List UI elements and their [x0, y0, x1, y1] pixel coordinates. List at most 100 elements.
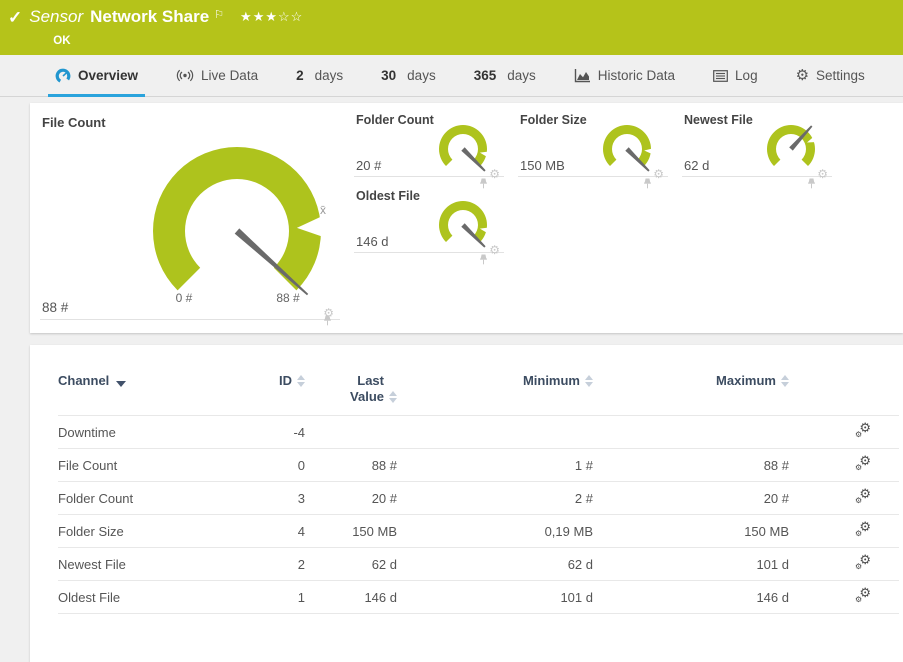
column-header-last-value[interactable]: Last Value [305, 367, 397, 416]
priority-stars[interactable]: ★★★☆☆ [240, 7, 303, 27]
gear-icon: ⚙ [855, 530, 862, 538]
pin-icon[interactable] [323, 315, 332, 326]
channel-minimum: 2 # [397, 482, 593, 515]
gauge-average-marker-label: x̄ [320, 203, 326, 217]
tab-365-days[interactable]: 365 days [474, 55, 536, 96]
tab-overview[interactable]: Overview [55, 55, 138, 96]
channel-name: Folder Size [58, 515, 243, 548]
oldest-file-gauge [434, 199, 492, 253]
small-gauge-tiles: Folder Count 20 # ⚙ Folder Size 150 MB [354, 113, 894, 321]
channel-minimum: 101 d [397, 581, 593, 614]
status-ok-check-icon: ✓ [8, 8, 22, 28]
tab-30-days[interactable]: 30 days [381, 55, 436, 96]
gauge-tile-folder-count: Folder Count 20 # ⚙ [354, 113, 504, 177]
tab-label: Historic Data [598, 68, 675, 83]
channels-panel: Channel ID Last Value Minimum Maximum [30, 345, 903, 662]
channel-minimum: 0,19 MB [397, 515, 593, 548]
gauge-settings-gear-icon[interactable]: ⚙ [817, 168, 828, 180]
channel-settings-icon[interactable]: ⚙⚙ [855, 588, 871, 603]
tab-label: days [407, 68, 436, 83]
gauge-settings-gear-icon[interactable]: ⚙ [489, 244, 500, 256]
prtg-sensor-page: ✓ Sensor Network Share ⚐ ★★★☆☆ OK Overvi… [0, 0, 903, 662]
table-row: Downtime -4 ⚙⚙ [58, 416, 899, 449]
channel-name: File Count [58, 449, 243, 482]
tab-prefix: 2 [296, 68, 304, 83]
channel-name: Oldest File [58, 581, 243, 614]
gauge-current-value: 20 # [356, 158, 381, 173]
sensor-type-label: Sensor [29, 7, 83, 27]
tab-historic-data[interactable]: Historic Data [574, 55, 675, 96]
pin-icon[interactable] [807, 178, 816, 189]
priority-flag-icon[interactable]: ⚐ [214, 5, 224, 25]
channel-minimum: 1 # [397, 449, 593, 482]
gauge-current-value: 150 MB [520, 158, 565, 173]
gear-icon: ⚙ [855, 431, 862, 439]
tab-2-days[interactable]: 2 days [296, 55, 343, 96]
tab-label: Live Data [201, 68, 258, 83]
gauge-tile-file-count: File Count 0 # 88 # x̄ 88 # ⚙ [40, 113, 340, 320]
gauge-settings-gear-icon[interactable]: ⚙ [653, 168, 664, 180]
sensor-header: ✓ Sensor Network Share ⚐ ★★★☆☆ OK [0, 0, 903, 55]
sensor-title-block: Sensor Network Share ⚐ ★★★☆☆ OK [29, 7, 303, 51]
log-icon [713, 70, 728, 82]
gauge-tile-oldest-file: Oldest File 146 d ⚙ [354, 189, 504, 253]
gauge-scale-min: 0 # [162, 291, 206, 305]
column-label: Channel [58, 373, 109, 389]
historic-chart-icon [574, 69, 591, 83]
tab-log[interactable]: Log [713, 55, 758, 96]
table-row: Newest File 2 62 d 62 d 101 d ⚙⚙ [58, 548, 899, 581]
channel-name: Downtime [58, 416, 243, 449]
column-header-maximum[interactable]: Maximum [593, 367, 789, 416]
tab-label: Log [735, 68, 758, 83]
sort-desc-icon [116, 381, 126, 387]
channel-maximum: 88 # [593, 449, 789, 482]
channel-settings-icon[interactable]: ⚙⚙ [855, 522, 871, 537]
sort-icon [585, 375, 593, 387]
channel-id: 2 [243, 548, 305, 581]
channel-minimum [397, 416, 593, 449]
channel-maximum: 146 d [593, 581, 789, 614]
channel-maximum [593, 416, 789, 449]
tab-label: days [507, 68, 536, 83]
gauge-current-value: 146 d [356, 234, 389, 249]
gear-icon: ⚙ [855, 464, 862, 472]
gauge-title: Folder Count [356, 113, 434, 127]
settings-gear-icon: ⚙ [796, 68, 809, 83]
column-header-actions [789, 367, 899, 416]
channel-name: Folder Count [58, 482, 243, 515]
table-row: Folder Count 3 20 # 2 # 20 # ⚙⚙ [58, 482, 899, 515]
gear-icon: ⚙ [855, 563, 862, 571]
sort-icon [781, 375, 789, 387]
channel-settings-icon[interactable]: ⚙⚙ [855, 555, 871, 570]
tab-live-data[interactable]: Live Data [176, 55, 258, 96]
column-label: ID [279, 373, 292, 389]
sort-icon [297, 375, 305, 387]
gauge-tile-folder-size: Folder Size 150 MB ⚙ [518, 113, 668, 177]
tab-settings[interactable]: ⚙ Settings [796, 55, 865, 96]
live-data-icon [176, 68, 194, 83]
column-header-minimum[interactable]: Minimum [397, 367, 593, 416]
channel-maximum: 20 # [593, 482, 789, 515]
column-header-channel[interactable]: Channel [58, 367, 243, 416]
content-area: File Count 0 # 88 # x̄ 88 # ⚙ Folder [0, 97, 903, 662]
gauge-settings-gear-icon[interactable]: ⚙ [489, 168, 500, 180]
channel-settings-icon[interactable]: ⚙⚙ [855, 423, 871, 438]
column-header-id[interactable]: ID [243, 367, 305, 416]
gauge-tile-newest-file: Newest File 62 d ⚙ [682, 113, 832, 177]
channel-settings-icon[interactable]: ⚙⚙ [855, 489, 871, 504]
tab-prefix: 30 [381, 68, 396, 83]
channel-id: 4 [243, 515, 305, 548]
column-label: Minimum [523, 373, 580, 389]
channel-id: 0 [243, 449, 305, 482]
table-row: Folder Size 4 150 MB 0,19 MB 150 MB ⚙⚙ [58, 515, 899, 548]
folder-count-gauge [434, 123, 492, 177]
pin-icon[interactable] [479, 178, 488, 189]
gauge-current-value: 62 d [684, 158, 709, 173]
channels-table: Channel ID Last Value Minimum Maximum [58, 367, 899, 614]
channel-last-value: 146 d [305, 581, 397, 614]
pin-icon[interactable] [479, 254, 488, 265]
channel-maximum: 101 d [593, 548, 789, 581]
channel-settings-icon[interactable]: ⚙⚙ [855, 456, 871, 471]
pin-icon[interactable] [643, 178, 652, 189]
channel-last-value: 88 # [305, 449, 397, 482]
